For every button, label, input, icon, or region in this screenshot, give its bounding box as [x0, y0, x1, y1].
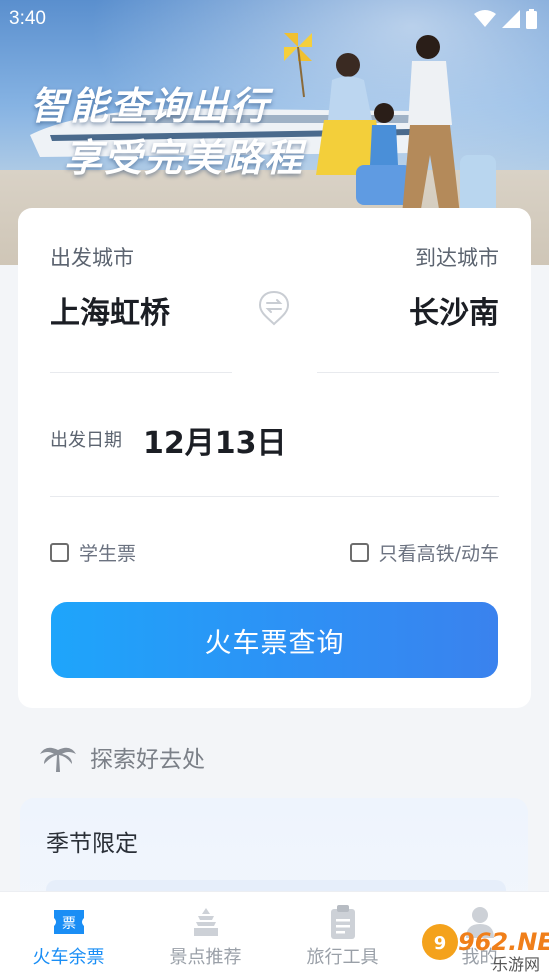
from-city-label: 出发城市	[50, 246, 134, 270]
to-city-underline	[317, 372, 499, 373]
date-label: 出发日期	[50, 430, 122, 451]
student-checkbox-box[interactable]	[50, 543, 69, 562]
explore-title: 探索好去处	[90, 747, 205, 773]
hero-title-line2: 享受完美路程	[64, 136, 305, 180]
from-city-underline	[50, 372, 232, 373]
to-city-label: 到达城市	[415, 246, 499, 270]
tab-label: 火车余票	[32, 947, 105, 968]
clipboard-icon-wrap	[325, 904, 361, 940]
hero-title-line1: 智能查询出行	[30, 84, 271, 128]
svg-text:9: 9	[434, 933, 447, 954]
wifi-icon	[474, 10, 496, 27]
highspeed-checkbox-box[interactable]	[349, 543, 369, 562]
train-ticket-search-button[interactable]: 火车票查询	[51, 602, 498, 678]
highspeed-checkbox-label: 只看高铁/动车	[378, 543, 499, 565]
clipboard-icon	[330, 905, 355, 939]
tab-label: 旅行工具	[306, 947, 379, 968]
highspeed-only-checkbox[interactable]: 只看高铁/动车	[349, 539, 499, 566]
swap-cities-icon[interactable]	[258, 290, 290, 326]
hero-title: 智能查询出行 享受完美路程	[30, 80, 304, 184]
status-time: 3:40	[9, 8, 46, 29]
from-city[interactable]: 上海虹桥	[50, 288, 170, 332]
tab-travel-tools[interactable]: 旅行工具	[274, 892, 411, 976]
svg-text:票: 票	[62, 916, 76, 932]
battery-icon	[526, 9, 537, 29]
site-watermark-logo: 9 962.NET 乐游网	[422, 924, 549, 974]
date-value[interactable]: 12月13日	[143, 418, 287, 462]
app-screen: 智能查询出行 享受完美路程 3:40 出发城市 到达城市 上海虹桥 长沙南 出发…	[0, 0, 549, 976]
signal-icon	[502, 10, 520, 28]
tab-label: 景点推荐	[169, 947, 242, 968]
pagoda-icon	[193, 908, 218, 936]
status-icons	[474, 9, 537, 29]
explore-header: 探索好去处	[40, 740, 205, 774]
tab-train-tickets[interactable]: 票 火车余票	[0, 892, 137, 976]
pagoda-icon-wrap	[188, 904, 224, 940]
status-bar: 3:40	[0, 0, 549, 36]
student-checkbox-label: 学生票	[79, 543, 137, 565]
student-ticket-checkbox[interactable]: 学生票	[50, 539, 136, 566]
date-underline	[50, 496, 499, 497]
seasonal-title: 季节限定	[46, 831, 138, 857]
ticket-icon: 票	[53, 910, 84, 934]
watermark-subtext: 乐游网	[492, 955, 540, 974]
search-card: 出发城市 到达城市 上海虹桥 长沙南 出发日期 12月13日 学生票 只看高铁/…	[18, 208, 531, 708]
watermark-text: 962.NET	[458, 928, 549, 956]
palm-tree-icon	[40, 747, 76, 772]
ticket-icon-wrap: 票	[51, 904, 87, 940]
to-city[interactable]: 长沙南	[409, 288, 499, 332]
tab-attractions[interactable]: 景点推荐	[137, 892, 274, 976]
family-illustration	[284, 33, 496, 215]
